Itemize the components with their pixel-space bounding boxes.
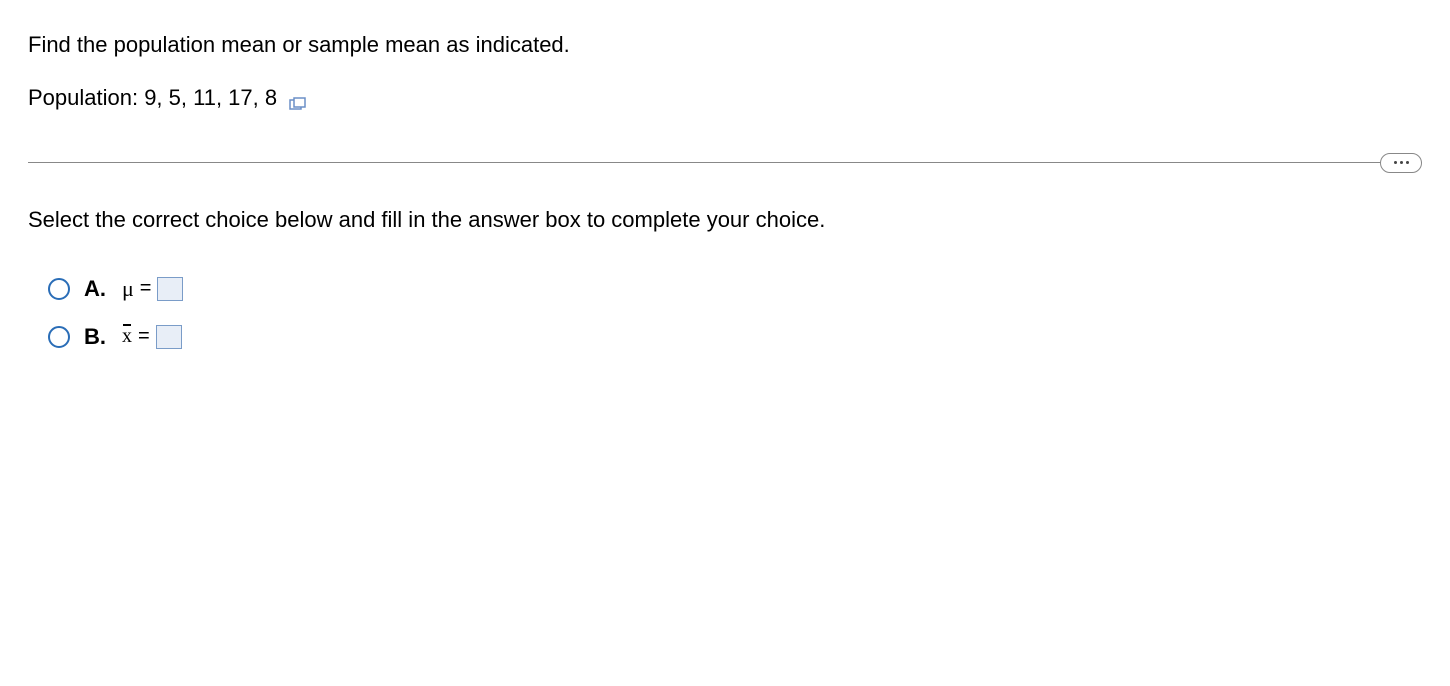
equals-sign: =: [140, 277, 152, 300]
x-bar-symbol: x: [122, 325, 132, 348]
choice-b-radio[interactable]: [48, 326, 70, 348]
ellipsis-icon: [1394, 161, 1397, 164]
equals-sign: =: [138, 325, 150, 348]
choice-b-formula: x =: [122, 325, 182, 349]
population-values: Population: 9, 5, 11, 17, 8: [28, 85, 277, 111]
choice-b-answer-input[interactable]: [156, 325, 182, 349]
divider-line: [28, 162, 1422, 163]
choice-a-row: A. μ =: [48, 272, 1422, 306]
ellipsis-icon: [1406, 161, 1409, 164]
more-options-button[interactable]: [1380, 153, 1422, 173]
ellipsis-icon: [1400, 161, 1403, 164]
question-prompt: Find the population mean or sample mean …: [28, 30, 1422, 61]
section-divider: [28, 149, 1422, 177]
choice-b-row: B. x =: [48, 320, 1422, 354]
copy-icon[interactable]: [289, 91, 307, 105]
choice-list: A. μ = B. x =: [28, 272, 1422, 354]
choice-b-letter: B.: [84, 324, 122, 350]
choice-a-formula: μ =: [122, 276, 183, 302]
choice-a-answer-input[interactable]: [157, 277, 183, 301]
mu-symbol: μ: [122, 276, 134, 302]
population-data-line: Population: 9, 5, 11, 17, 8: [28, 85, 1422, 111]
choice-a-radio[interactable]: [48, 278, 70, 300]
choice-a-letter: A.: [84, 276, 122, 302]
answer-instruction: Select the correct choice below and fill…: [28, 205, 1422, 236]
